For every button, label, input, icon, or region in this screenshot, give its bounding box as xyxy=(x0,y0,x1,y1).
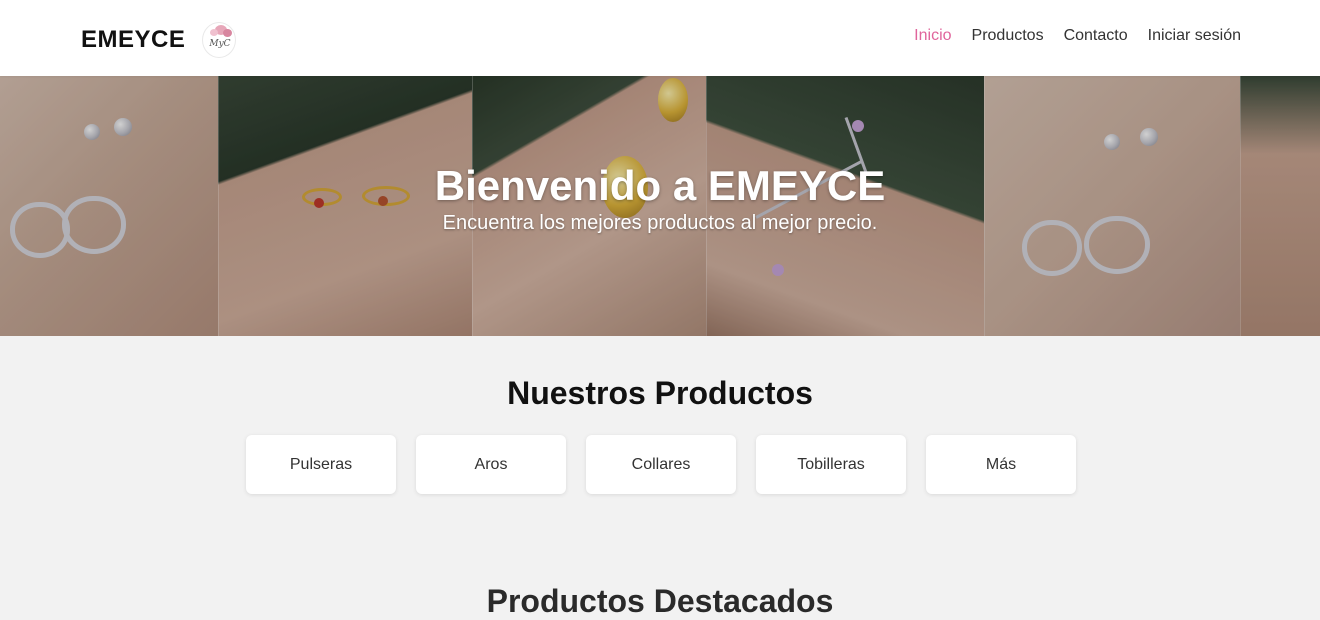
hero-subtitle: Encuentra los mejores productos al mejor… xyxy=(442,212,878,234)
brand-logo-icon: MyC xyxy=(202,22,237,58)
nav-inicio[interactable]: Inicio xyxy=(914,27,951,45)
nav-productos[interactable]: Productos xyxy=(972,27,1044,45)
products-section-title: Nuestros Productos xyxy=(507,375,813,411)
nav-iniciar-sesion[interactable]: Iniciar sesión xyxy=(1148,27,1241,45)
logo-flower-icon xyxy=(223,29,233,37)
category-aros[interactable]: Aros xyxy=(416,435,566,494)
main-nav: Inicio Productos Contacto Iniciar sesión xyxy=(914,27,1241,45)
site-header: EMEYCE MyC Inicio Productos Contacto Ini… xyxy=(0,0,1320,76)
category-pulseras[interactable]: Pulseras xyxy=(246,435,396,494)
category-list: Pulseras Aros Collares Tobilleras Más xyxy=(246,435,1076,494)
logo-flower-icon xyxy=(210,29,219,36)
category-collares[interactable]: Collares xyxy=(586,435,736,494)
category-tobilleras[interactable]: Tobilleras xyxy=(756,435,906,494)
brand[interactable]: EMEYCE MyC xyxy=(81,22,237,58)
nav-contacto[interactable]: Contacto xyxy=(1064,27,1128,45)
logo-monogram: MyC xyxy=(209,39,231,49)
category-mas[interactable]: Más xyxy=(926,435,1076,494)
hero-banner: Bienvenido a EMEYCE Encuentra los mejore… xyxy=(0,76,1320,336)
brand-name: EMEYCE xyxy=(81,26,186,53)
featured-section-title: Productos Destacados xyxy=(486,583,834,619)
hero-title: Bienvenido a EMEYCE xyxy=(434,162,886,209)
